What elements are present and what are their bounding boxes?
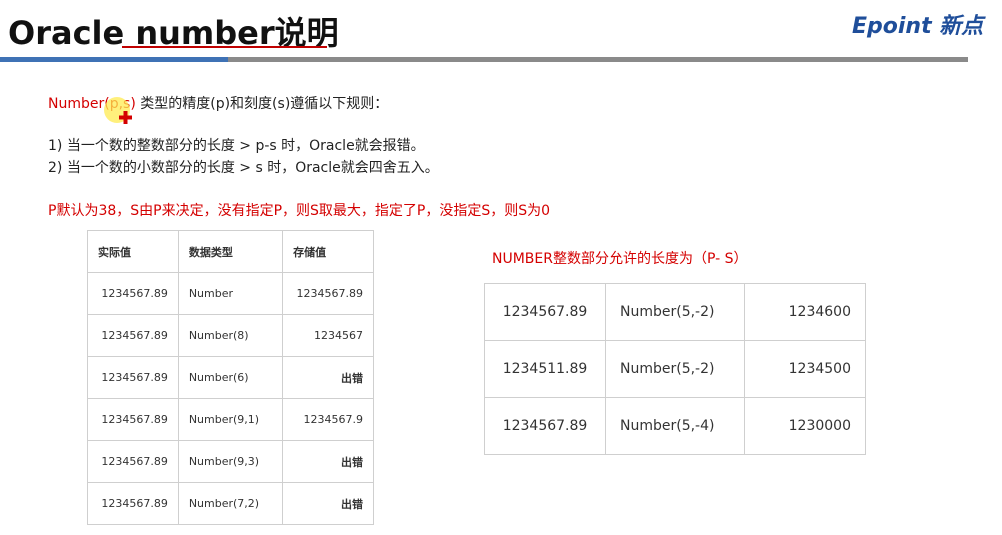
data-type-cell: Number <box>177 272 284 315</box>
stored-value-cell: 出错 <box>282 482 374 525</box>
actual-value-cell: 1234567.89 <box>87 440 179 483</box>
rules-intro-text: 类型的精度(p)和刻度(s)遵循以下规则： <box>135 96 389 112</box>
stored-value-cell: 1234600 <box>744 283 866 341</box>
rule-2: 2) 当一个数的小数部分的长度 > s 时，Oracle就会四舍五入。 <box>48 160 439 176</box>
actual-value-cell: 1234567.89 <box>87 272 179 315</box>
data-type-cell: Number(9,3) <box>177 440 284 483</box>
data-type-cell: Number(6) <box>177 356 284 399</box>
header-bar-gray <box>228 57 968 62</box>
column-header-data-type: 数据类型 <box>177 230 284 273</box>
negative-scale-table: 1234567.89 Number(5,-2) 1234600 1234511.… <box>484 283 866 455</box>
table-row: 1234567.89 Number(9,1) 1234567.9 <box>87 398 374 441</box>
data-type-cell: Number(8) <box>177 314 284 357</box>
header-bar-blue <box>0 57 228 62</box>
actual-value-cell: 1234567.89 <box>484 397 606 455</box>
actual-value-cell: 1234567.89 <box>87 356 179 399</box>
data-type-cell: Number(9,1) <box>177 398 284 441</box>
stored-value-cell: 1234567.89 <box>282 272 374 315</box>
default-precision-note: P默认为38，S由P来决定，没有指定P，则S取最大，指定了P，没指定S，则S为0 <box>48 203 551 219</box>
table-header-row: 实际值 数据类型 存储值 <box>87 230 374 273</box>
actual-value-cell: 1234567.89 <box>87 398 179 441</box>
actual-value-cell: 1234511.89 <box>484 340 606 398</box>
title-underline <box>122 46 327 48</box>
stored-value-cell: 出错 <box>282 356 374 399</box>
actual-value-cell: 1234567.89 <box>484 283 606 341</box>
table-row: 1234567.89 Number 1234567.89 <box>87 272 374 315</box>
table-row: 1234567.89 Number(9,3) 出错 <box>87 440 374 483</box>
stored-value-cell: 1234567.9 <box>282 398 374 441</box>
rule-1: 1) 当一个数的整数部分的长度 > p-s 时，Oracle就会报错。 <box>48 138 425 154</box>
table-row: 1234567.89 Number(5,-2) 1234600 <box>484 283 866 341</box>
cursor-plus-icon <box>119 111 132 124</box>
stored-value-cell: 1234500 <box>744 340 866 398</box>
data-type-cell: Number(5,-4) <box>605 397 745 455</box>
data-type-cell: Number(5,-2) <box>605 340 745 398</box>
table-row: 1234567.89 Number(5,-4) 1230000 <box>484 397 866 455</box>
table-row: 1234511.89 Number(5,-2) 1234500 <box>484 340 866 398</box>
column-header-stored-value: 存储值 <box>282 230 374 273</box>
epoint-logo: Epoint 新点 <box>852 14 984 39</box>
stored-value-cell: 1230000 <box>744 397 866 455</box>
number-storage-table: 实际值 数据类型 存储值 1234567.89 Number 1234567.8… <box>87 230 374 525</box>
stored-value-cell: 出错 <box>282 440 374 483</box>
rules-intro: Number(p,s) 类型的精度(p)和刻度(s)遵循以下规则： <box>48 93 388 113</box>
integer-length-note: NUMBER整数部分允许的长度为（P- S） <box>492 251 748 267</box>
table-row: 1234567.89 Number(6) 出错 <box>87 356 374 399</box>
stored-value-cell: 1234567 <box>282 314 374 357</box>
actual-value-cell: 1234567.89 <box>87 314 179 357</box>
data-type-cell: Number(7,2) <box>177 482 284 525</box>
actual-value-cell: 1234567.89 <box>87 482 179 525</box>
table-row: 1234567.89 Number(8) 1234567 <box>87 314 374 357</box>
data-type-cell: Number(5,-2) <box>605 283 745 341</box>
column-header-actual-value: 实际值 <box>87 230 179 273</box>
table-row: 1234567.89 Number(7,2) 出错 <box>87 482 374 525</box>
